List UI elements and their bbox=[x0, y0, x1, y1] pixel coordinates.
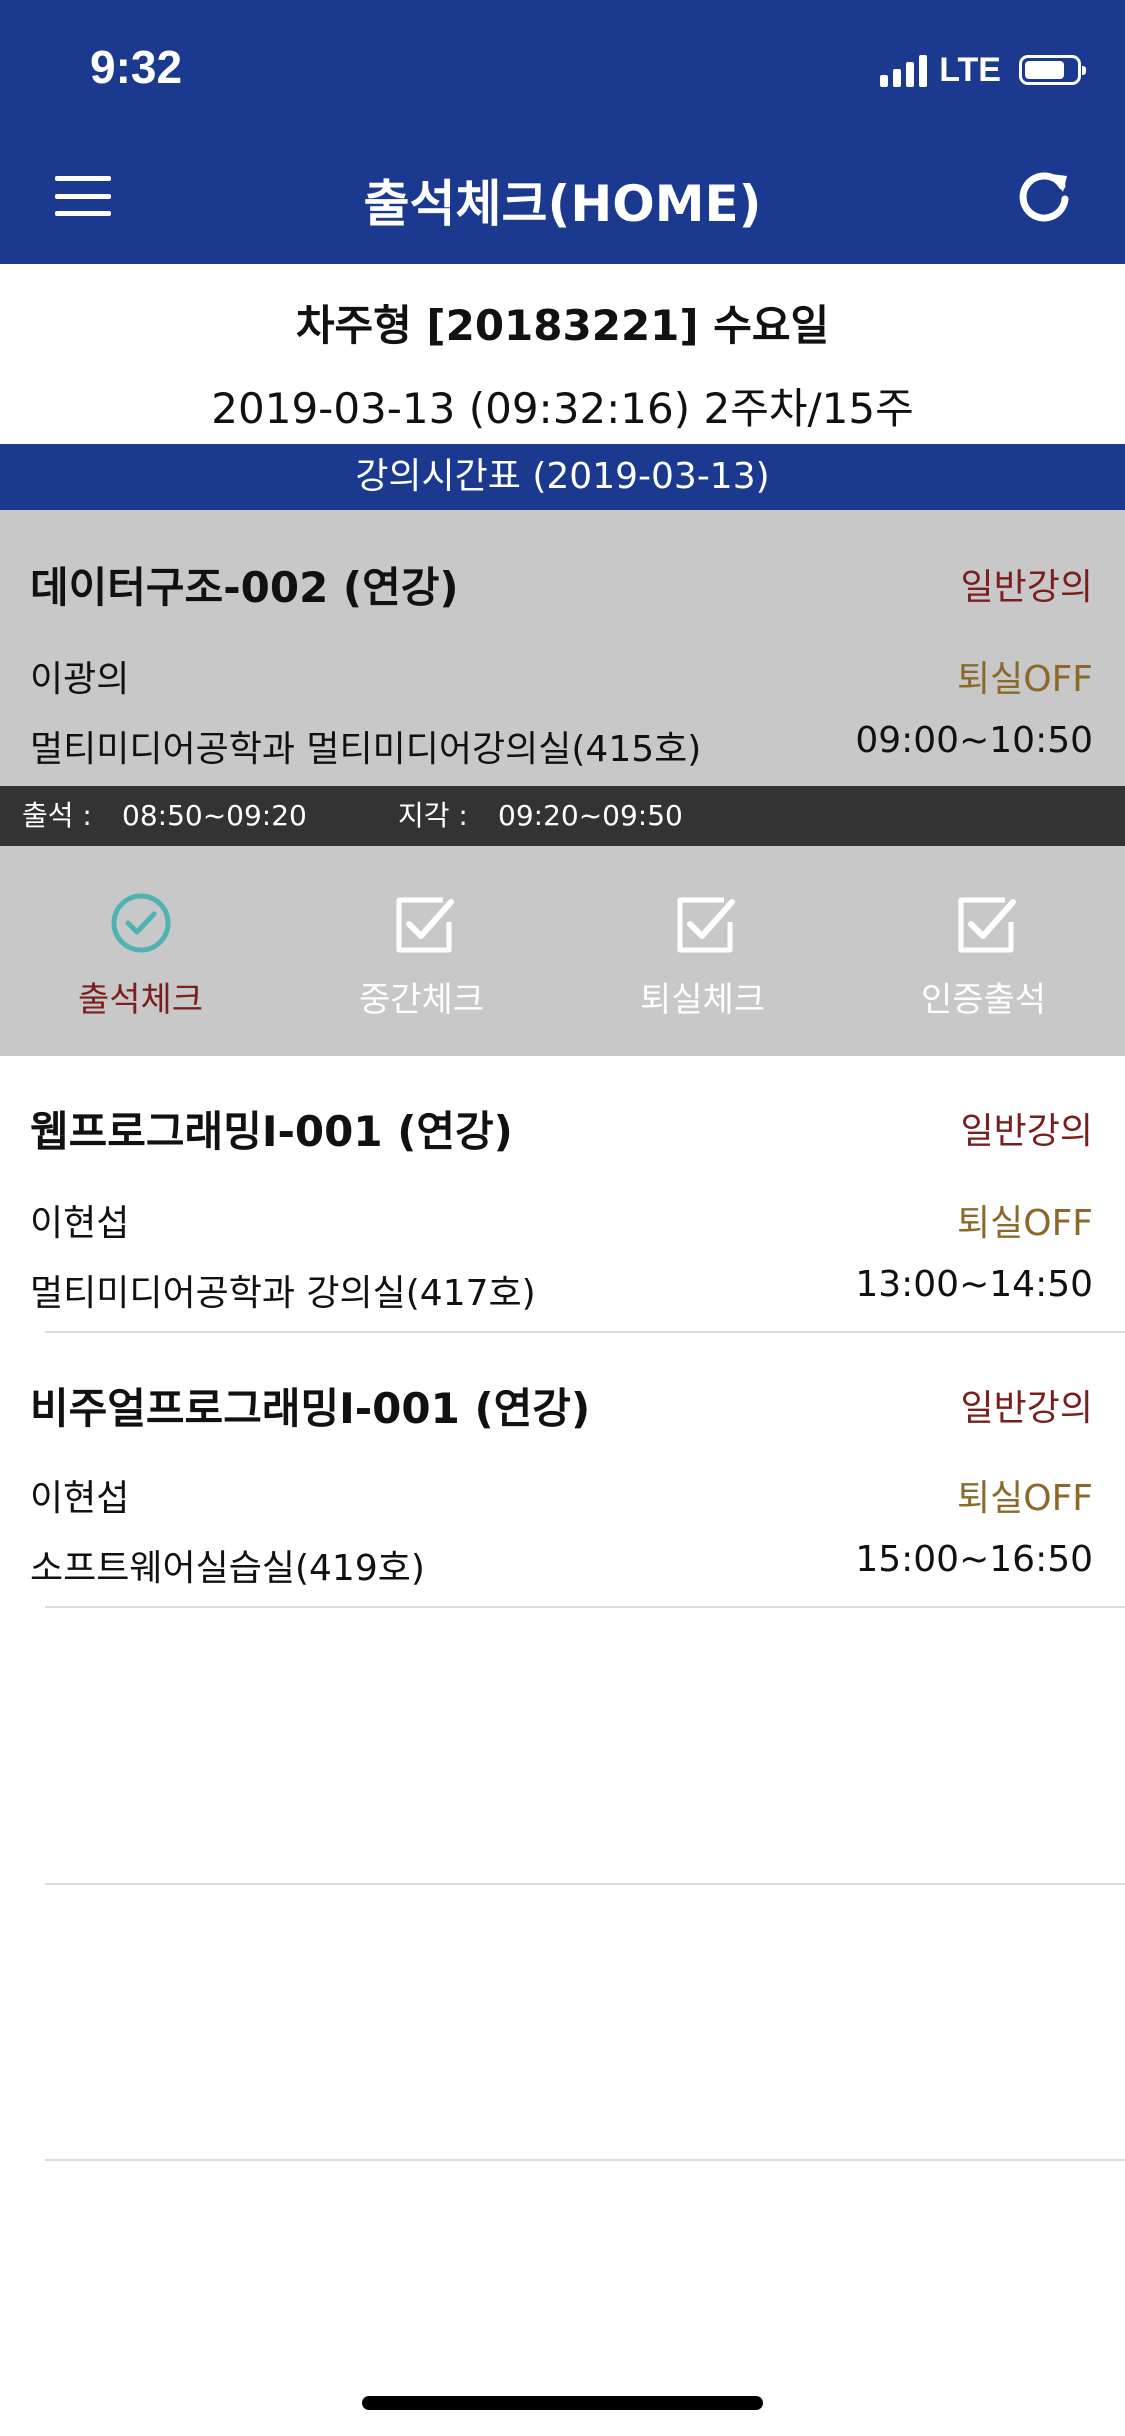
attendance-check-button[interactable]: 출석체크 bbox=[0, 846, 281, 1056]
course-name: 데이터구조-002 (연강) bbox=[30, 563, 459, 612]
list-divider bbox=[45, 1883, 1125, 1885]
attend-label: 출석 : bbox=[22, 799, 92, 832]
course-time: 09:00~10:50 bbox=[855, 720, 1093, 761]
status-time: 9:32 bbox=[90, 41, 183, 93]
certified-attendance-button[interactable]: 인증출석 bbox=[843, 846, 1124, 1056]
status-indicators: LTE bbox=[880, 50, 1086, 90]
course-name: 비주얼프로그래밍Ⅰ-001 (연강) bbox=[30, 1384, 591, 1433]
current-datetime: 2019-03-13 (09:32:16) 2주차/15주 bbox=[211, 384, 914, 433]
attend-time: 08:50~09:20 bbox=[122, 799, 307, 832]
battery-icon bbox=[1019, 55, 1086, 85]
late-label: 지각 : bbox=[398, 799, 468, 832]
course-time: 15:00~16:50 bbox=[855, 1539, 1093, 1580]
course-room: 멀티미디어공학과 멀티미디어강의실(415호) bbox=[30, 729, 702, 770]
course-item-active[interactable]: 데이터구조-002 (연강) 일반강의 이광의 퇴실OFF 멀티미디어공학과 멀… bbox=[0, 510, 1125, 786]
exit-status: 퇴실OFF bbox=[957, 1203, 1093, 1244]
professor-name: 이현섭 bbox=[30, 1203, 130, 1244]
check-actions: 출석체크 중간체크 퇴실체크 인증출석 bbox=[0, 846, 1125, 1056]
checkbox-icon bbox=[677, 897, 735, 953]
late-time: 09:20~09:50 bbox=[498, 799, 683, 832]
lecture-type: 일반강의 bbox=[960, 1388, 1093, 1429]
refresh-icon[interactable] bbox=[1015, 168, 1073, 226]
user-info: 차주형 [20183221] 수요일 2019-03-13 (09:32:16)… bbox=[0, 264, 1125, 444]
course-item[interactable]: 비주얼프로그래밍Ⅰ-001 (연강) 일반강의 이현섭 퇴실OFF 소프트웨어실… bbox=[0, 1333, 1125, 1609]
course-room: 멀티미디어공학과 강의실(417호) bbox=[30, 1273, 536, 1314]
home-indicator[interactable] bbox=[362, 2396, 763, 2410]
check-label: 중간체크 bbox=[358, 980, 485, 1020]
lecture-type: 일반강의 bbox=[960, 1111, 1093, 1152]
attendance-window: 출석 : 08:50~09:20 지각 : 09:20~09:50 bbox=[0, 786, 1125, 846]
professor-name: 이광의 bbox=[30, 659, 130, 700]
signal-icon bbox=[880, 53, 928, 87]
course-item[interactable]: 웹프로그래밍Ⅰ-001 (연강) 일반강의 이현섭 퇴실OFF 멀티미디어공학과… bbox=[0, 1056, 1125, 1332]
app-header: 9:32 LTE 출석체크(HOME) bbox=[0, 0, 1125, 264]
checkbox-icon bbox=[396, 897, 454, 953]
course-room: 소프트웨어실습실(419호) bbox=[30, 1548, 425, 1589]
checkbox-icon bbox=[958, 897, 1016, 953]
exit-status: 퇴실OFF bbox=[957, 1478, 1093, 1519]
timetable-header: 강의시간표 (2019-03-13) bbox=[0, 444, 1125, 510]
check-label: 출석체크 bbox=[77, 980, 204, 1020]
lecture-type: 일반강의 bbox=[960, 567, 1093, 608]
course-time: 13:00~14:50 bbox=[855, 1264, 1093, 1305]
list-divider bbox=[45, 1606, 1125, 1608]
exit-check-button[interactable]: 퇴실체크 bbox=[562, 846, 843, 1056]
professor-name: 이현섭 bbox=[30, 1478, 130, 1519]
student-info: 차주형 [20183221] 수요일 bbox=[295, 301, 830, 350]
network-label: LTE bbox=[939, 50, 1001, 89]
check-label: 퇴실체크 bbox=[639, 980, 766, 1020]
page-title: 출석체크(HOME) bbox=[363, 175, 762, 233]
exit-status: 퇴실OFF bbox=[957, 659, 1093, 700]
check-circle-icon bbox=[111, 893, 171, 953]
check-label: 인증출석 bbox=[920, 980, 1047, 1020]
list-divider bbox=[45, 2159, 1125, 2161]
mid-check-button[interactable]: 중간체크 bbox=[281, 846, 562, 1056]
course-name: 웹프로그래밍Ⅰ-001 (연강) bbox=[30, 1107, 513, 1156]
